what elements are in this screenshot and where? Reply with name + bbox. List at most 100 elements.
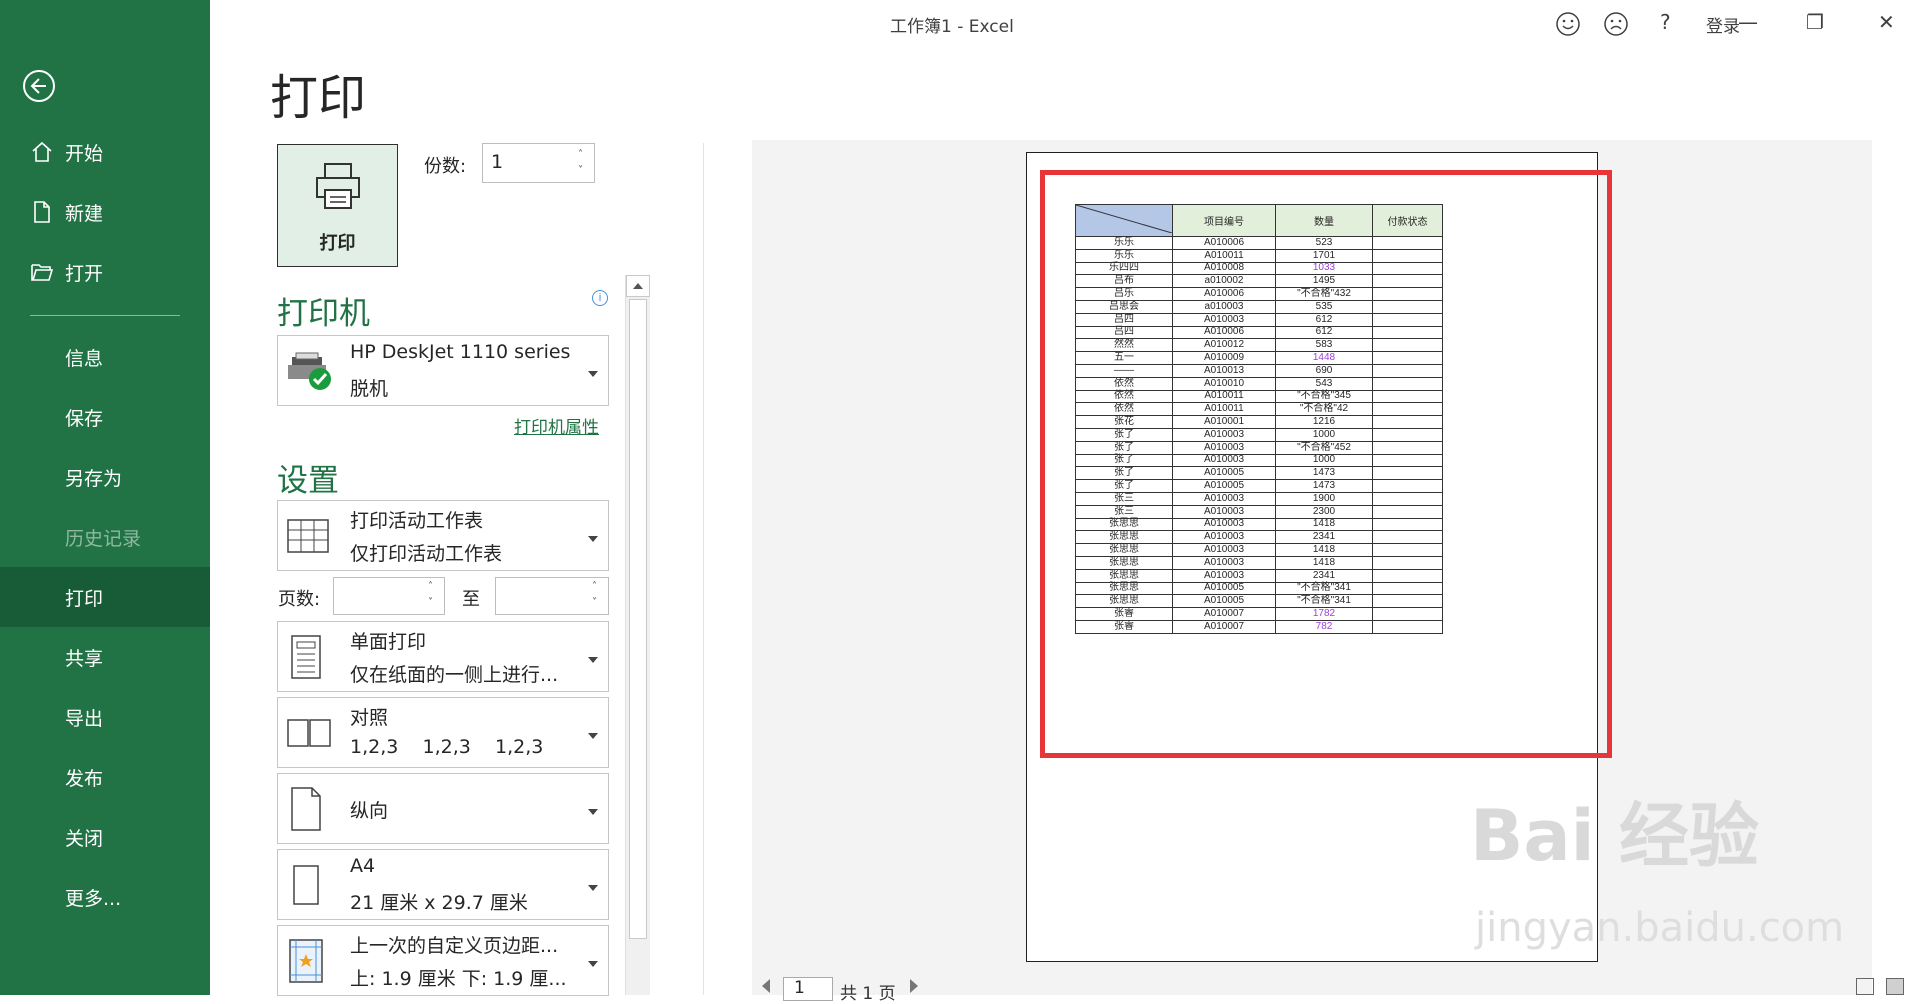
setting-primary: 上一次的自定义页边距... xyxy=(350,935,559,957)
page-title: 打印 xyxy=(270,70,367,126)
print-what-dropdown[interactable]: 打印活动工作表 仅打印活动工作表 xyxy=(277,500,609,571)
nav-info[interactable]: 信息 xyxy=(0,327,210,387)
nav-label: 打开 xyxy=(65,263,104,285)
red-highlight-box xyxy=(1040,170,1612,758)
nav-new[interactable]: 新建 xyxy=(0,182,210,242)
new-file-icon xyxy=(34,201,50,223)
nav-save-as[interactable]: 另存为 xyxy=(0,447,210,507)
frown-icon[interactable] xyxy=(1603,11,1629,37)
chevron-down-icon xyxy=(588,535,598,542)
zoom-to-page-icon[interactable] xyxy=(1886,978,1904,995)
back-arrow-icon[interactable] xyxy=(23,70,55,102)
pages-from-stepper[interactable]: ˄ ˅ xyxy=(333,577,445,615)
title-bar: 工作簿1 - Excel 登录 ? — ❐ ✕ xyxy=(210,0,1920,46)
help-button[interactable]: ? xyxy=(1660,10,1671,34)
home-icon xyxy=(32,141,52,162)
chevron-down-icon[interactable]: ˅ xyxy=(592,598,602,608)
chevron-down-icon xyxy=(588,370,598,377)
scrollbar-thumb[interactable] xyxy=(629,299,647,939)
setting-secondary: 1,2,3 1,2,3 1,2,3 xyxy=(350,736,544,758)
page-count: 共 1 页 xyxy=(840,984,896,1004)
print-button[interactable]: 打印 xyxy=(277,144,398,267)
minimize-button[interactable]: — xyxy=(1738,10,1758,34)
chevron-down-icon xyxy=(588,884,598,891)
orientation-dropdown[interactable]: 纵向 xyxy=(277,773,609,844)
chevron-down-icon xyxy=(588,808,598,815)
printer-heading: 打印机 xyxy=(277,296,370,332)
nav-more[interactable]: 更多... xyxy=(0,867,210,927)
chevron-down-icon xyxy=(588,656,598,663)
nav-export[interactable]: 导出 xyxy=(0,687,210,747)
chevron-up-icon[interactable]: ˄ xyxy=(578,150,588,160)
pages-to-stepper[interactable]: ˄ ˅ xyxy=(495,577,609,615)
margins-dropdown[interactable]: 上一次的自定义页边距... 上: 1.9 厘米 下: 1.9 厘... xyxy=(277,925,609,996)
nav-print[interactable]: 打印 xyxy=(0,567,210,627)
printer-ready-icon xyxy=(288,352,331,390)
one-sided-icon xyxy=(291,634,321,679)
nav-label: 打印 xyxy=(65,588,104,610)
printer-icon xyxy=(316,163,360,209)
page-number-input[interactable]: 1 xyxy=(783,977,833,1001)
pages-label: 页数: xyxy=(278,589,321,610)
chevron-down-icon[interactable]: ˅ xyxy=(428,598,438,608)
nav-label: 历史记录 xyxy=(65,528,142,550)
nav-label: 共享 xyxy=(65,648,104,670)
setting-secondary: 仅在纸面的一侧上进行... xyxy=(350,664,559,686)
chevron-down-icon[interactable]: ˅ xyxy=(578,166,588,176)
worksheet-icon xyxy=(287,518,329,553)
nav-label: 保存 xyxy=(65,408,104,430)
signin-link[interactable]: 登录 xyxy=(1706,12,1740,37)
copies-stepper[interactable]: 1 ˄ ˅ xyxy=(482,143,595,183)
close-button[interactable]: ✕ xyxy=(1878,10,1895,34)
nav-label: 开始 xyxy=(65,143,104,165)
nav-open[interactable]: 打开 xyxy=(0,242,210,302)
margins-icon xyxy=(289,938,323,983)
nav-label: 导出 xyxy=(65,708,104,730)
show-margins-icon[interactable] xyxy=(1856,978,1874,995)
window-title: 工作簿1 - Excel xyxy=(890,17,1014,37)
setting-primary: 打印活动工作表 xyxy=(350,510,484,532)
prev-page-icon[interactable] xyxy=(762,979,770,993)
sides-dropdown[interactable]: 单面打印 仅在纸面的一侧上进行... xyxy=(277,621,609,692)
backstage-sidebar: 开始 新建 打开 信息 保存 另存为 历史记录 打印 共享 导出 发布 关闭 更… xyxy=(0,0,210,995)
settings-scrollbar[interactable] xyxy=(625,275,650,995)
chevron-up-icon[interactable]: ˄ xyxy=(592,582,602,592)
nav-share[interactable]: 共享 xyxy=(0,627,210,687)
nav-history: 历史记录 xyxy=(0,507,210,567)
restore-button[interactable]: ❐ xyxy=(1806,10,1824,34)
nav-label: 信息 xyxy=(65,348,104,370)
printer-dropdown[interactable]: HP DeskJet 1110 series 脱机 xyxy=(277,335,609,406)
pages-to-label: 至 xyxy=(462,589,480,610)
collate-icon xyxy=(287,718,331,747)
copies-value: 1 xyxy=(491,151,504,173)
chevron-down-icon xyxy=(588,732,598,739)
nav-label: 新建 xyxy=(65,203,104,225)
portrait-page-icon xyxy=(291,786,321,831)
nav-close[interactable]: 关闭 xyxy=(0,807,210,867)
nav-publish[interactable]: 发布 xyxy=(0,747,210,807)
scroll-up-arrow-icon[interactable] xyxy=(626,275,650,297)
chevron-down-icon xyxy=(588,960,598,967)
open-folder-icon xyxy=(31,264,54,281)
next-page-icon[interactable] xyxy=(910,979,918,993)
copies-label: 份数: xyxy=(424,156,467,177)
setting-secondary: 仅打印活动工作表 xyxy=(350,543,503,565)
settings-heading: 设置 xyxy=(277,463,339,499)
setting-primary: 纵向 xyxy=(350,800,389,822)
printer-properties-link[interactable]: 打印机属性 xyxy=(514,413,599,438)
setting-primary: A4 xyxy=(350,855,376,877)
smile-icon[interactable] xyxy=(1555,11,1581,37)
nav-label: 发布 xyxy=(65,768,104,790)
info-icon[interactable]: i xyxy=(592,290,608,306)
watermark-logo: Bai 经验 xyxy=(1470,795,1759,877)
paper-size-dropdown[interactable]: A4 21 厘米 x 29.7 厘米 xyxy=(277,849,609,920)
printer-name: HP DeskJet 1110 series xyxy=(350,341,571,363)
setting-primary: 单面打印 xyxy=(350,631,427,653)
nav-label: 关闭 xyxy=(65,828,104,850)
collate-dropdown[interactable]: 对照 1,2,3 1,2,3 1,2,3 xyxy=(277,697,609,768)
nav-home[interactable]: 开始 xyxy=(0,122,210,182)
printer-status: 脱机 xyxy=(350,378,389,400)
setting-secondary: 21 厘米 x 29.7 厘米 xyxy=(350,892,528,914)
nav-save[interactable]: 保存 xyxy=(0,387,210,447)
chevron-up-icon[interactable]: ˄ xyxy=(428,582,438,592)
